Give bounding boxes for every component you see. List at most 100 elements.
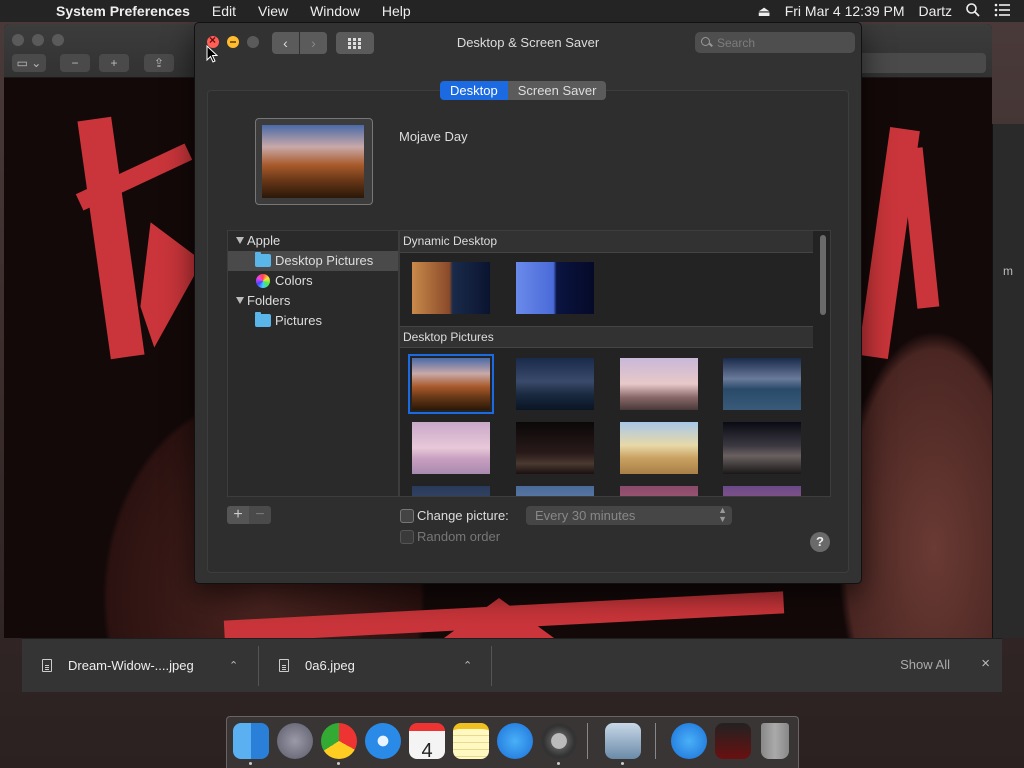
running-indicator <box>621 762 624 765</box>
preview-zoom-light[interactable] <box>52 34 64 46</box>
grid-scrollbar[interactable] <box>818 233 828 496</box>
sidebar-toggle-icon[interactable]: ▭ ⌄ <box>12 54 46 72</box>
tab-screen-saver[interactable]: Screen Saver <box>507 81 607 100</box>
show-all-button[interactable]: Show All <box>900 657 950 672</box>
preview-search-field[interactable] <box>854 53 986 73</box>
wallpaper-thumbnail[interactable] <box>516 358 594 410</box>
preview-close-light[interactable] <box>12 34 24 46</box>
menu-app-name[interactable]: System Preferences <box>56 3 190 19</box>
menu-window[interactable]: Window <box>310 3 360 19</box>
wallpaper-thumbnail[interactable] <box>620 358 698 410</box>
wallpaper-thumbnail[interactable] <box>620 486 698 496</box>
wallpaper-thumbnail[interactable] <box>412 422 490 474</box>
notes-icon[interactable] <box>453 723 489 759</box>
sidebar-item-label: Desktop Pictures <box>275 253 374 268</box>
menu-user[interactable]: Dartz <box>919 3 952 19</box>
preview-minimize-light[interactable] <box>32 34 44 46</box>
sidebar-group-folders[interactable]: Folders <box>228 291 398 311</box>
close-downloads-icon[interactable]: × <box>981 655 990 672</box>
launchpad-icon[interactable] <box>277 723 313 759</box>
window-titlebar: ‹ › Desktop & Screen Saver <box>195 23 861 63</box>
disclosure-triangle-icon[interactable] <box>236 297 244 304</box>
sidebar-item-desktop-pictures[interactable]: Desktop Pictures <box>228 251 398 271</box>
artwork-glyph-right-stroke <box>900 147 940 309</box>
folder-icon <box>255 312 271 327</box>
chrome-icon[interactable] <box>321 723 357 759</box>
search-input[interactable] <box>717 35 837 50</box>
current-picture-preview <box>255 118 373 205</box>
wallpaper-thumbnail[interactable] <box>723 422 801 474</box>
dock-divider <box>587 723 588 759</box>
sidebar-item-label: Pictures <box>275 313 322 328</box>
color-wheel-icon <box>256 274 270 288</box>
wallpaper-thumbnail[interactable] <box>723 486 801 496</box>
interval-dropdown-value: Every 30 minutes <box>535 508 636 523</box>
preferences-search[interactable] <box>695 32 855 53</box>
dropdown-stepper-icon: ▲ ▼ <box>718 505 727 524</box>
zoom-in-icon[interactable]: + <box>99 54 129 72</box>
sidebar-item-colors[interactable]: Colors <box>228 271 398 291</box>
trash-icon[interactable] <box>761 723 789 759</box>
menu-view[interactable]: View <box>258 3 288 19</box>
interval-dropdown[interactable]: Every 30 minutes ▲ ▼ <box>526 506 732 525</box>
wallpaper-thumbnail[interactable] <box>620 422 698 474</box>
file-icon <box>42 659 52 672</box>
section-header-desktop-pictures: Desktop Pictures <box>400 326 813 348</box>
finder-icon[interactable] <box>233 723 269 759</box>
menu-clock[interactable]: Fri Mar 4 12:39 PM <box>785 3 905 19</box>
notification-center-icon[interactable] <box>994 3 1010 20</box>
wallpaper-thumbnail-selected[interactable] <box>408 354 494 414</box>
wallpaper-thumbnail[interactable] <box>412 262 490 314</box>
background-side-window: m <box>992 124 1024 638</box>
change-picture-checkbox[interactable] <box>400 509 414 523</box>
download-item[interactable]: 0a6.jpeg ⌃ <box>259 639 491 693</box>
downloads-bar: Dream-Widow-....jpeg ⌃ 0a6.jpeg ⌃ Show A… <box>22 638 1002 692</box>
download-item[interactable]: Dream-Widow-....jpeg ⌃ <box>22 639 258 693</box>
preview-icon[interactable] <box>605 723 641 759</box>
wallpaper-thumbnail[interactable] <box>516 422 594 474</box>
app-store-download-icon[interactable] <box>671 723 707 759</box>
tab-desktop[interactable]: Desktop <box>440 81 508 100</box>
sidebar-group-label: Apple <box>247 233 281 248</box>
menu-help[interactable]: Help <box>382 3 411 19</box>
spotlight-search-icon[interactable] <box>966 2 980 20</box>
download-filename[interactable]: Dream-Widow-....jpeg <box>68 658 194 673</box>
chevron-up-icon[interactable]: ⌃ <box>229 659 238 672</box>
menu-bar: System Preferences Edit View Window Help… <box>0 0 1024 22</box>
remove-folder-button[interactable]: − <box>249 506 271 524</box>
system-preferences-icon[interactable] <box>541 723 577 759</box>
disclosure-triangle-icon[interactable] <box>236 237 244 244</box>
add-remove-controls: + − <box>227 506 271 524</box>
tab-switcher: Desktop Screen Saver <box>440 81 607 100</box>
dock: 4 <box>226 716 799 768</box>
eject-icon[interactable]: ⏏ <box>757 3 770 20</box>
zoom-out-icon[interactable]: − <box>60 54 90 72</box>
running-indicator <box>249 762 252 765</box>
scrollbar-thumb[interactable] <box>820 235 826 315</box>
sidebar-item-label: Colors <box>275 273 313 288</box>
downloads-stack-icon[interactable] <box>715 723 751 759</box>
sidebar-item-pictures[interactable]: Pictures <box>228 311 398 331</box>
share-icon[interactable]: ⇪ <box>144 54 174 72</box>
running-indicator <box>557 762 560 765</box>
sidebar-group-apple[interactable]: Apple <box>228 231 398 251</box>
add-folder-button[interactable]: + <box>227 506 249 524</box>
section-header-dynamic: Dynamic Desktop <box>400 231 813 253</box>
random-order-checkbox[interactable] <box>400 530 414 544</box>
random-order-label: Random order <box>417 529 501 544</box>
help-button[interactable]: ? <box>810 532 830 552</box>
wallpaper-thumbnail[interactable] <box>516 262 594 314</box>
search-icon <box>701 37 712 48</box>
wallpaper-thumbnail[interactable] <box>516 486 594 496</box>
wallpaper-thumbnail[interactable] <box>723 358 801 410</box>
wallpaper-thumbnail[interactable] <box>412 486 490 496</box>
chevron-up-icon[interactable]: ⌃ <box>463 659 472 672</box>
change-picture-label: Change picture: <box>417 508 509 523</box>
safari-icon[interactable] <box>365 723 401 759</box>
calendar-icon[interactable]: 4 <box>409 723 445 762</box>
app-store-icon[interactable] <box>497 723 533 759</box>
download-filename[interactable]: 0a6.jpeg <box>305 658 355 673</box>
side-window-text: m <box>1003 264 1013 278</box>
menu-edit[interactable]: Edit <box>212 3 236 19</box>
download-divider <box>491 645 492 686</box>
